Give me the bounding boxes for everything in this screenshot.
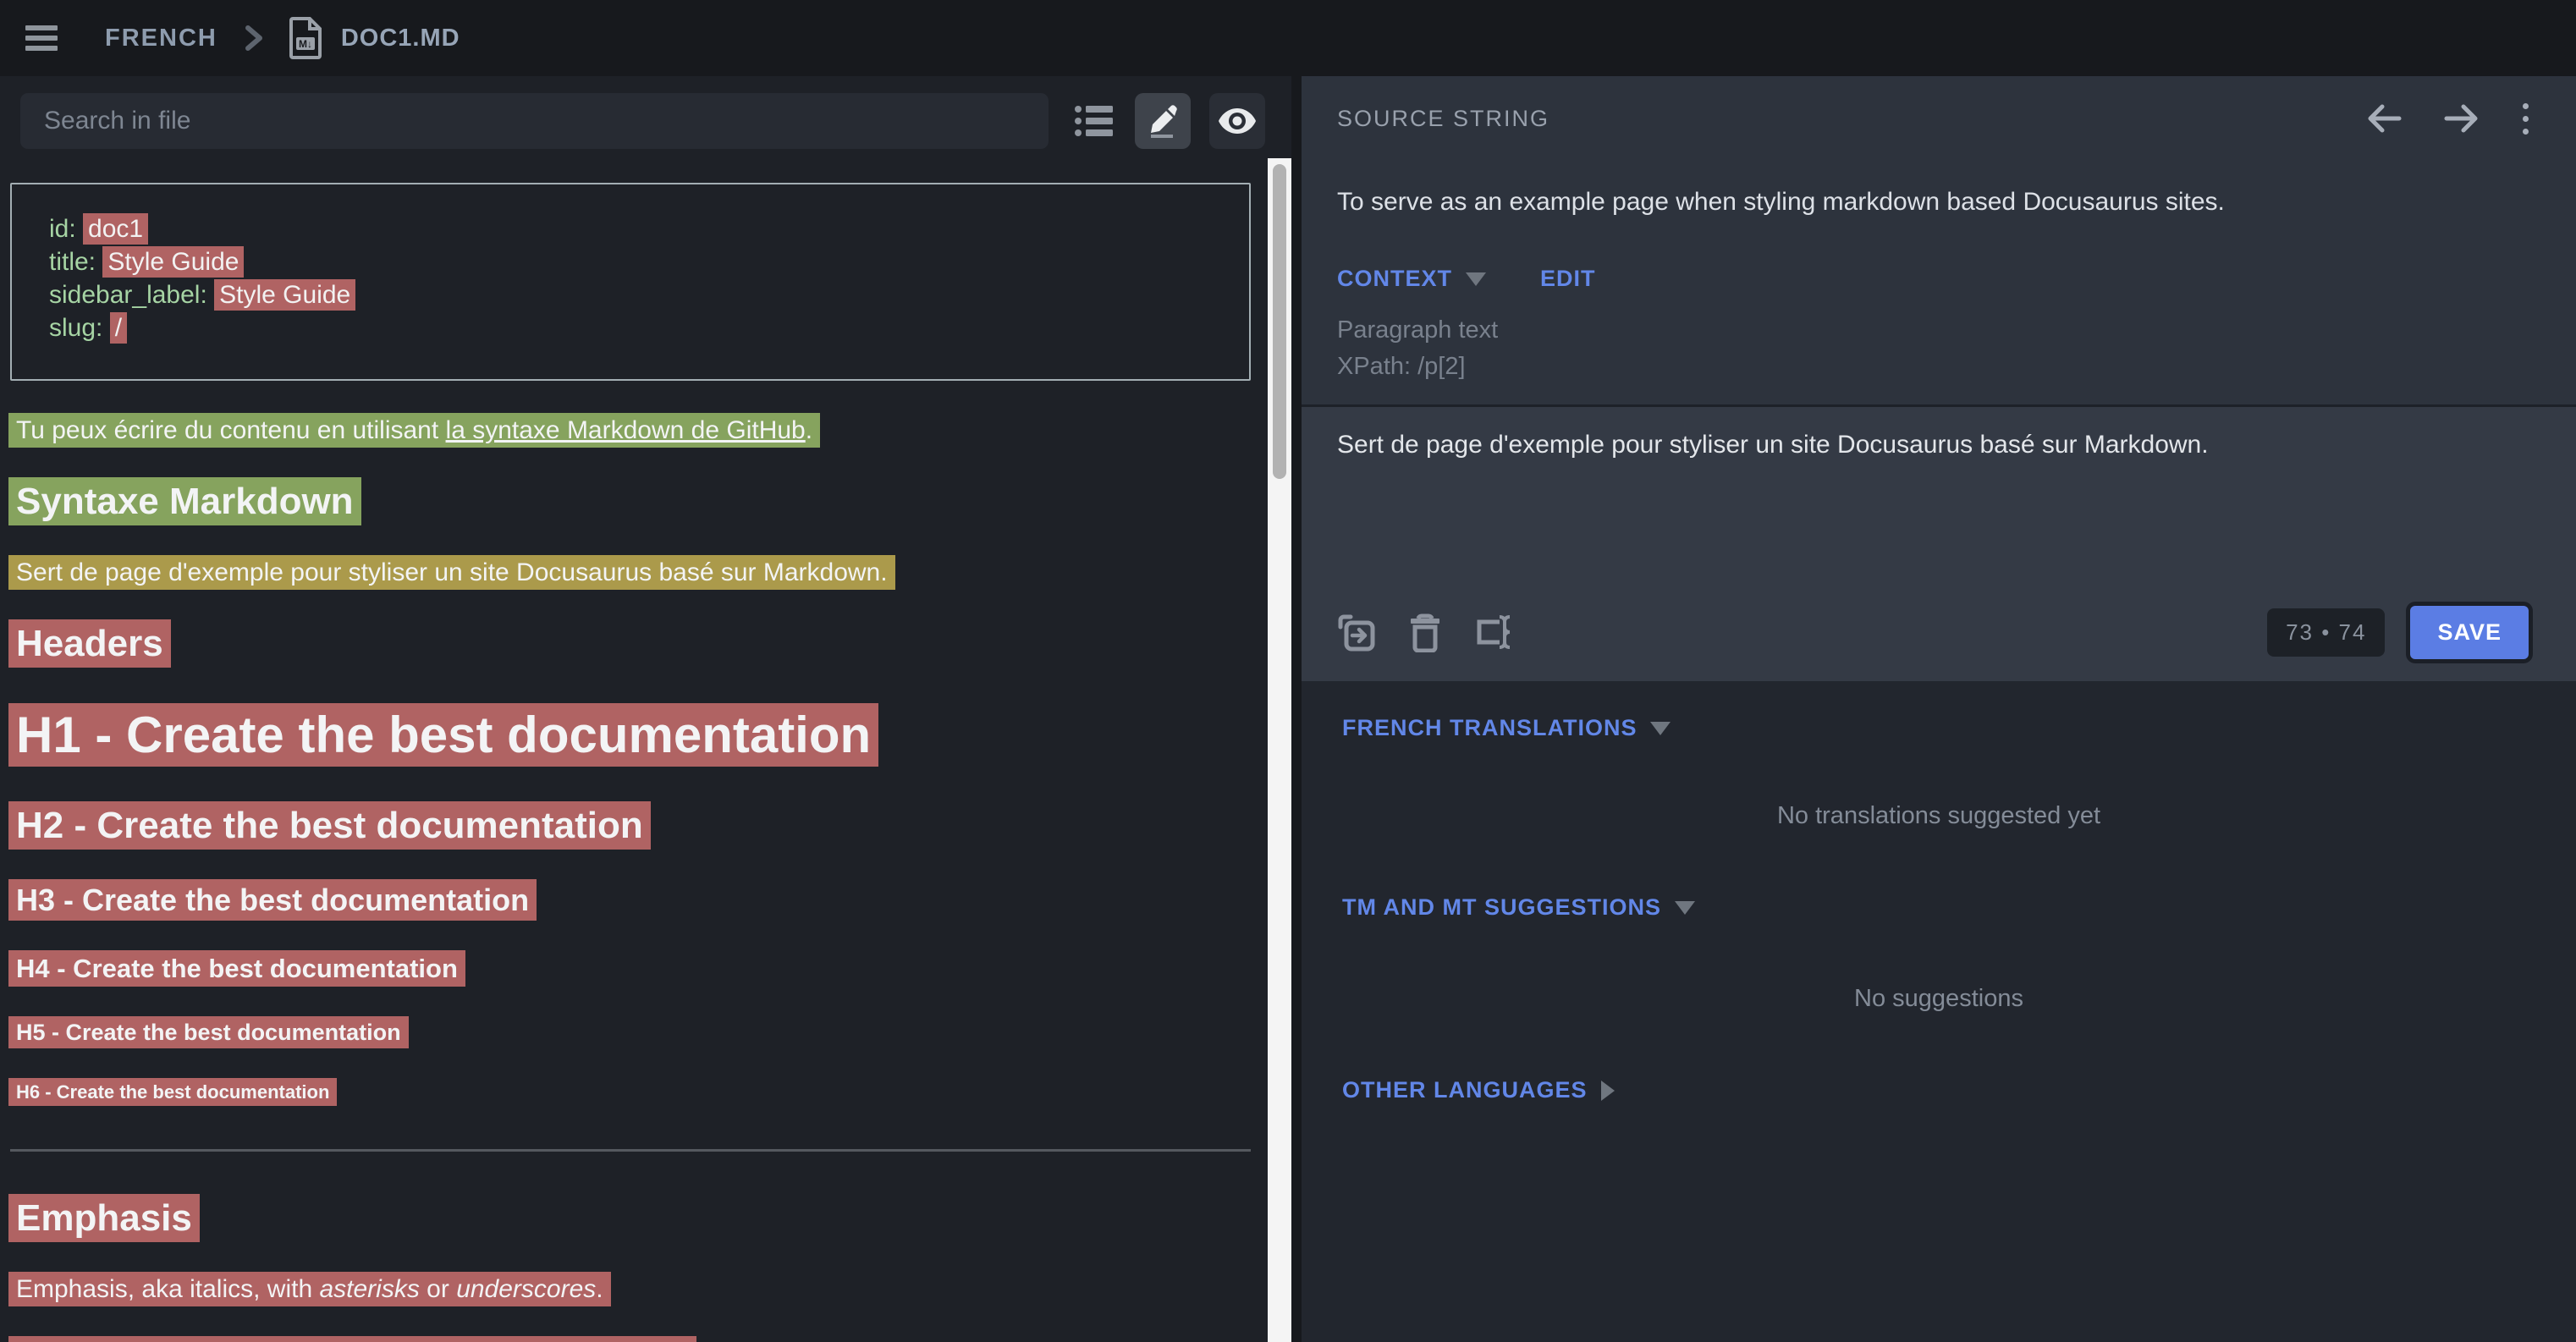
translation-string[interactable]: Strong emphasis, aka bold, with asterisk… xyxy=(8,1336,696,1342)
preview-mode-button[interactable] xyxy=(1209,93,1265,149)
tm-mt-suggestions-toggle[interactable]: TM AND MT SUGGESTIONS xyxy=(1342,894,2535,921)
top-bar: FRENCH M↓ DOC1.MD xyxy=(0,0,2576,76)
string-segment: or xyxy=(420,1275,456,1303)
frontmatter-key: id: xyxy=(49,215,83,243)
suggestions-empty-text: No suggestions xyxy=(1342,985,2535,1013)
doc-h3: H3 - Create the best documentation xyxy=(8,883,1254,918)
source-string-text: To serve as an example page when styling… xyxy=(1337,188,2529,217)
doc-h4: H4 - Create the best documentation xyxy=(8,954,1254,984)
scrollbar-thumb[interactable] xyxy=(1273,164,1286,479)
svg-text:M↓: M↓ xyxy=(299,38,312,50)
text-cursor-icon[interactable] xyxy=(1474,613,1515,652)
breadcrumb-file[interactable]: M↓ DOC1.MD xyxy=(287,16,460,60)
translation-string[interactable]: Tu peux écrire du contenu en utilisant l… xyxy=(8,413,820,448)
doc-h2: Emphasis xyxy=(8,1197,1254,1240)
doc-p: Emphasis, aka italics, with asterisks or… xyxy=(8,1275,1254,1304)
doc-h2: Syntaxe Markdown xyxy=(8,481,1254,523)
translation-string[interactable]: Style Guide xyxy=(214,279,355,311)
arrow-left-icon[interactable] xyxy=(2364,98,2404,139)
search-row xyxy=(0,76,1268,164)
translation-string[interactable]: H5 - Create the best documentation xyxy=(8,1016,409,1048)
source-string-title: SOURCE STRING xyxy=(1337,106,1549,132)
string-segment: Emphasis, aka italics, with xyxy=(16,1275,319,1303)
panel-divider xyxy=(1291,76,1302,1342)
suggestions-area: FRENCH TRANSLATIONS No translations sugg… xyxy=(1302,681,2576,1342)
markdown-file-icon: M↓ xyxy=(287,16,324,60)
frontmatter-line: sidebar_label: Style Guide xyxy=(49,279,1232,311)
translation-string[interactable]: Emphasis, aka italics, with asterisks or… xyxy=(8,1272,611,1306)
breadcrumb-chevron-icon xyxy=(243,21,265,55)
caret-down-icon xyxy=(1466,272,1486,286)
string-segment: underscores xyxy=(456,1275,596,1303)
frontmatter-box: id: doc1title: Style Guidesidebar_label:… xyxy=(10,183,1251,381)
caret-right-icon xyxy=(1601,1081,1615,1101)
doc-h6: H6 - Create the best documentation xyxy=(8,1081,1254,1103)
trash-icon[interactable] xyxy=(1408,613,1442,652)
hamburger-icon[interactable] xyxy=(25,25,58,51)
translation-input[interactable]: Sert de page d'exemple pour styliser un … xyxy=(1337,431,2529,606)
translation-string[interactable]: H2 - Create the best documentation xyxy=(8,801,651,850)
caret-down-icon xyxy=(1675,901,1695,915)
arrow-right-icon[interactable] xyxy=(2441,98,2482,139)
kebab-menu-icon[interactable] xyxy=(2523,100,2529,138)
translation-string[interactable]: H4 - Create the best documentation xyxy=(8,950,465,987)
pencil-icon xyxy=(1146,104,1180,138)
source-string-section: SOURCE STRING To serve as an example pag… xyxy=(1302,76,2576,404)
context-type: Paragraph text xyxy=(1337,312,2529,349)
search-input[interactable] xyxy=(20,93,1049,149)
eye-icon xyxy=(1218,107,1257,135)
translation-string[interactable]: H1 - Create the best documentation xyxy=(8,703,878,767)
file-editor-panel: id: doc1title: Style Guidesidebar_label:… xyxy=(0,76,1268,1342)
context-toggle[interactable]: CONTEXT xyxy=(1337,266,1452,292)
translation-string[interactable]: Syntaxe Markdown xyxy=(8,477,361,525)
frontmatter-line: slug: / xyxy=(49,312,1232,344)
translation-string[interactable]: H6 - Create the best documentation xyxy=(8,1078,337,1106)
string-segment: la syntaxe Markdown de GitHub xyxy=(446,416,806,444)
translation-string[interactable]: / xyxy=(110,312,127,344)
translation-string[interactable]: Headers xyxy=(8,619,171,668)
doc-h2: H2 - Create the best documentation xyxy=(8,805,1254,847)
doc-p: Tu peux écrire du contenu en utilisant l… xyxy=(8,416,1254,445)
translation-string[interactable]: doc1 xyxy=(83,213,148,245)
frontmatter-line: id: doc1 xyxy=(49,213,1232,245)
frontmatter-key: title: xyxy=(49,248,102,276)
tm-mt-suggestions-label: TM AND MT SUGGESTIONS xyxy=(1342,894,1661,921)
string-segment: . xyxy=(596,1275,603,1303)
string-segment: . xyxy=(806,416,812,444)
doc-h2: Headers xyxy=(8,623,1254,665)
string-segment: asterisks xyxy=(319,1275,419,1303)
french-translations-toggle[interactable]: FRENCH TRANSLATIONS xyxy=(1342,715,2535,741)
breadcrumb-project[interactable]: FRENCH xyxy=(105,25,217,52)
translation-string[interactable]: H3 - Create the best documentation xyxy=(8,879,537,921)
left-panel-scrollbar xyxy=(1268,76,1291,1342)
other-languages-toggle[interactable]: OTHER LANGUAGES xyxy=(1342,1077,2535,1103)
scrollbar-track[interactable] xyxy=(1268,158,1291,1342)
translation-string[interactable]: Emphasis xyxy=(8,1194,200,1242)
caret-down-icon xyxy=(1650,722,1671,735)
breadcrumb-file-label: DOC1.MD xyxy=(341,25,460,52)
horizontal-rule xyxy=(10,1149,1251,1152)
translation-editor: Sert de page d'exemple pour styliser un … xyxy=(1302,404,2576,681)
french-translations-label: FRENCH TRANSLATIONS xyxy=(1342,715,1637,741)
doc-p: Sert de page d'exemple pour styliser un … xyxy=(8,558,1254,587)
edit-mode-button[interactable] xyxy=(1135,93,1191,149)
document-content: id: doc1title: Style Guidesidebar_label:… xyxy=(0,164,1268,1342)
frontmatter-key: slug: xyxy=(49,314,110,342)
context-xpath: XPath: /p[2] xyxy=(1337,349,2529,385)
save-button[interactable]: SAVE xyxy=(2410,606,2529,659)
translation-string[interactable]: Style Guide xyxy=(102,246,244,278)
doc-h1: H1 - Create the best documentation xyxy=(8,706,1254,764)
strings-list-icon[interactable] xyxy=(1074,103,1113,139)
frontmatter-key: sidebar_label: xyxy=(49,281,214,309)
translation-string[interactable]: Sert de page d'exemple pour styliser un … xyxy=(8,555,895,590)
char-counter-badge: 73 • 74 xyxy=(2267,608,2385,657)
copy-source-icon[interactable] xyxy=(1337,613,1376,652)
other-languages-label: OTHER LANGUAGES xyxy=(1342,1077,1588,1103)
frontmatter-line: title: Style Guide xyxy=(49,246,1232,278)
edit-context-button[interactable]: EDIT xyxy=(1540,266,1596,292)
translation-panel: SOURCE STRING To serve as an example pag… xyxy=(1302,76,2576,1342)
string-segment: Tu peux écrire du contenu en utilisant xyxy=(16,416,446,444)
doc-h5: H5 - Create the best documentation xyxy=(8,1020,1254,1046)
translations-empty-text: No translations suggested yet xyxy=(1342,802,2535,830)
